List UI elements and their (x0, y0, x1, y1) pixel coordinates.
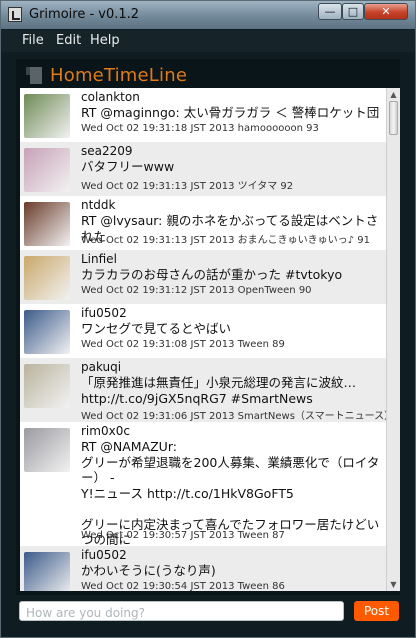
title-bar[interactable]: Grimoire - v0.1.2 — □ ✕ (1, 1, 415, 29)
tweet-text: バタフリーwww (81, 159, 175, 174)
menu-help[interactable]: Help (90, 33, 120, 48)
tweet-item[interactable]: Linfiel カラカラのお母さんの話が重かった #tvtokyo Wed Oc… (20, 250, 386, 304)
app-window: Grimoire - v0.1.2 — □ ✕ File Edit Help H… (0, 0, 416, 638)
tweet-input[interactable] (24, 604, 338, 622)
app-icon (8, 7, 22, 22)
tweet-item[interactable]: sea2209 バタフリーwww Wed Oct 02 19:31:13 JST… (20, 142, 386, 196)
scroll-up-icon[interactable]: ▲ (387, 88, 400, 101)
tweet-text: RT @maginngo: 太い骨ガラガラ ＜ 警棒ロケット団 (81, 105, 380, 120)
tweet-author[interactable]: sea2209 (81, 144, 133, 158)
tweet-item[interactable]: colankton RT @maginngo: 太い骨ガラガラ ＜ 警棒ロケット… (20, 88, 386, 142)
close-button[interactable]: ✕ (364, 3, 408, 20)
tweet-list[interactable]: colankton RT @maginngo: 太い骨ガラガラ ＜ 警棒ロケット… (20, 88, 386, 591)
tweet-meta: Wed Oct 02 19:31:13 JST 2013 おまんこきゅいきゅいっ… (81, 235, 370, 246)
tweet-meta: Wed Oct 02 19:31:13 JST 2013 ツイタマ 92 (81, 181, 294, 192)
tweet-meta: Wed Oct 02 19:31:06 JST 2013 SmartNews（ス… (81, 411, 386, 422)
avatar[interactable] (24, 256, 70, 300)
avatar[interactable] (24, 364, 70, 408)
avatar[interactable] (24, 428, 70, 472)
menu-file[interactable]: File (22, 33, 44, 48)
tweet-text: ワンセグで見てるとやばい (81, 321, 232, 336)
tweet-author[interactable]: pakuqi (81, 360, 121, 374)
tweet-item[interactable]: ntddk RT @lvysaur: 親のホネをかぶってる設定はベントされた W… (20, 196, 386, 250)
timeline-title: HomeTimeLine (50, 65, 188, 86)
scroll-thumb[interactable] (389, 101, 398, 135)
tweet-meta: Wed Oct 02 19:31:08 JST 2013 Tween 89 (81, 339, 285, 350)
window-title: Grimoire - v0.1.2 (29, 7, 140, 22)
tweet-text: 「原発推進は無責任」小泉元総理の発言に波紋… http://t.co/9jGX5… (81, 375, 357, 406)
tweet-meta: Wed Oct 02 19:31:18 JST 2013 hamoooooon … (81, 123, 319, 134)
tweet-meta: Wed Oct 02 19:30:57 JST 2013 Tween 87 (81, 530, 285, 541)
menu-bar: File Edit Help (1, 30, 415, 52)
avatar[interactable] (24, 148, 70, 192)
tweet-author[interactable]: ifu0502 (81, 306, 127, 320)
scroll-down-icon[interactable]: ▼ (387, 578, 400, 591)
tweet-text: RT @NAMAZUr: グリーが希望退職を200人募集、業績悪化で（ロイター）… (81, 439, 380, 563)
tweet-author[interactable]: ifu0502 (81, 548, 127, 562)
tweet-author[interactable]: colankton (81, 90, 140, 104)
tweet-item[interactable]: pakuqi 「原発推進は無責任」小泉元総理の発言に波紋… http://t.c… (20, 358, 386, 422)
menu-edit[interactable]: Edit (56, 33, 81, 48)
tweet-meta: Wed Oct 02 19:31:12 JST 2013 OpenTween 9… (81, 285, 312, 296)
tweet-item[interactable]: ifu0502 ワンセグで見てるとやばい Wed Oct 02 19:31:08… (20, 304, 386, 358)
avatar[interactable] (24, 552, 70, 591)
bookmark-icon (26, 67, 42, 84)
avatar[interactable] (24, 310, 70, 354)
tweet-text: カラカラのお母さんの話が重かった #tvtokyo (81, 267, 343, 282)
timeline-header: HomeTimeLine (16, 63, 400, 87)
tweet-author[interactable]: Linfiel (81, 252, 117, 266)
tweet-item[interactable]: rim0x0c RT @NAMAZUr: グリーが希望退職を200人募集、業績悪… (20, 422, 386, 563)
maximize-button[interactable]: □ (342, 3, 364, 20)
avatar[interactable] (24, 94, 70, 138)
tweet-author[interactable]: rim0x0c (81, 424, 130, 438)
tweet-text: かわいそうに(うなり声) (81, 563, 216, 578)
avatar[interactable] (24, 202, 70, 246)
minimize-button[interactable]: — (318, 3, 342, 20)
post-button[interactable]: Post (354, 601, 399, 621)
tweet-author[interactable]: ntddk (81, 198, 116, 212)
tweet-item[interactable]: ifu0502 かわいそうに(うなり声) Wed Oct 02 19:30:54… (20, 546, 386, 591)
scrollbar[interactable]: ▲ ▼ (386, 88, 400, 591)
compose-box[interactable] (19, 601, 344, 622)
tweet-meta: Wed Oct 02 19:30:54 JST 2013 Tween 86 (81, 581, 285, 591)
